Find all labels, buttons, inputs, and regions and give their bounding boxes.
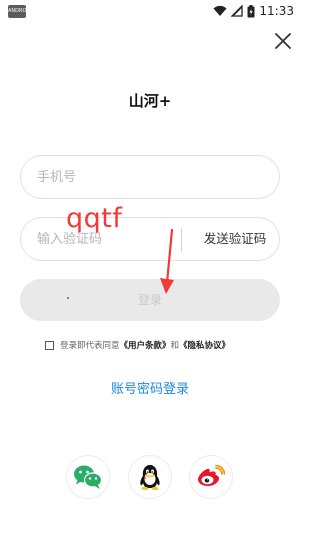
privacy-policy-link[interactable]: 《隐私协议》 xyxy=(179,339,230,351)
signal-icon xyxy=(231,5,244,17)
field-divider xyxy=(181,228,182,252)
phone-field-container xyxy=(20,155,280,199)
status-bar: ANDROID 11:33 xyxy=(0,0,300,22)
battery-icon xyxy=(247,4,255,17)
qq-login-button[interactable] xyxy=(128,455,172,499)
weibo-login-button[interactable] xyxy=(189,455,233,499)
clock: 11:33 xyxy=(259,4,294,18)
qq-icon xyxy=(140,465,160,491)
annotation-arrow-icon xyxy=(160,228,174,294)
close-icon[interactable] xyxy=(272,30,294,52)
status-icons: 11:33 xyxy=(213,3,294,19)
wechat-icon xyxy=(74,465,103,489)
app-notification-icon: ANDROID xyxy=(8,5,32,18)
page-title: 山河+ xyxy=(128,92,172,110)
account-password-login-link[interactable]: 账号密码登录 xyxy=(0,378,300,397)
touch-indicator xyxy=(67,297,69,299)
send-code-button[interactable]: 发送验证码 xyxy=(191,218,279,260)
wechat-login-button[interactable] xyxy=(66,455,110,499)
wifi-icon xyxy=(213,5,227,16)
agreement-checkbox[interactable] xyxy=(45,340,54,350)
agreement-row: 登录即代表同意 《用户条款》 和 《隐私协议》 xyxy=(45,338,285,352)
weibo-icon xyxy=(198,465,225,486)
user-terms-link[interactable]: 《用户条款》 xyxy=(120,339,171,351)
phone-input[interactable] xyxy=(21,156,279,198)
agreement-and: 和 xyxy=(170,341,180,351)
agreement-prefix: 登录即代表同意 xyxy=(60,341,120,351)
annotation-text: qqtf xyxy=(66,203,123,234)
